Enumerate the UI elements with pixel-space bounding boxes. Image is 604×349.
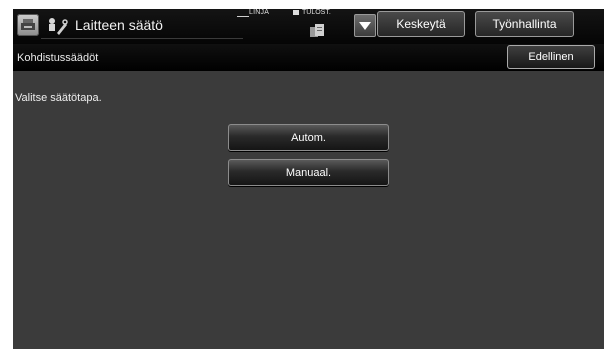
triangle-down-icon[interactable] [354, 14, 376, 37]
linja-indicator [237, 16, 249, 17]
user-tool-icon [46, 15, 68, 37]
automatic-button[interactable]: Autom. [228, 124, 389, 151]
linja-status: LINJA [249, 9, 270, 16]
instruction-text: Valitse säätötapa. [15, 92, 102, 104]
back-button[interactable]: Edellinen [507, 45, 595, 69]
pause-button[interactable]: Keskeytä [377, 11, 465, 37]
device-screen: Laitteen säätö LINJA TULOST. Keskeytä Ty… [13, 9, 604, 349]
page-title: Kohdistussäädöt [17, 52, 99, 64]
title-divider [41, 38, 243, 39]
tulost-status: TULOST. [302, 9, 331, 16]
top-bar: Laitteen säätö LINJA TULOST. Keskeytä Ty… [13, 9, 604, 44]
tulost-indicator [293, 10, 299, 15]
printer-icon [309, 23, 325, 38]
job-status-button[interactable]: Työnhallinta [475, 11, 574, 37]
app-title: Laitteen säätö [75, 17, 163, 33]
scanner-copier-icon [17, 14, 39, 36]
manual-button[interactable]: Manuaal. [228, 159, 389, 186]
